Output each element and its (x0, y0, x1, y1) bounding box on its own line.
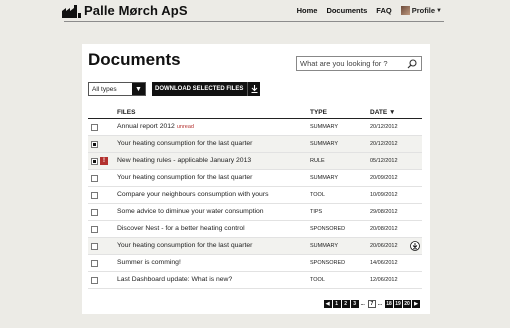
download-selected-button[interactable]: DOWNLOAD SELECTED FILES (152, 82, 261, 96)
row-checkbox[interactable] (91, 277, 98, 284)
file-type: SUMMARY (310, 124, 339, 130)
table-row[interactable]: Your heating consumption for the last qu… (88, 238, 422, 255)
search-input[interactable] (297, 57, 405, 70)
file-type: SPONSORED (310, 260, 346, 266)
file-type: SPONSORED (310, 226, 346, 232)
pagination-page[interactable]: 3 (350, 300, 359, 308)
file-date: 05/12/2012 (370, 158, 398, 164)
pagination-current-page[interactable]: 7 (367, 300, 376, 308)
file-type: RULE (310, 158, 325, 164)
row-checkbox[interactable] (91, 243, 98, 250)
file-type: SUMMARY (310, 175, 339, 181)
type-filter-select[interactable]: All types ▼ (88, 82, 146, 96)
pagination-page[interactable]: 18 (385, 300, 393, 308)
chevron-down-icon: ▼ (132, 83, 145, 95)
warning-icon: ! (100, 157, 108, 165)
row-checkbox[interactable] (91, 175, 98, 182)
profile-menu[interactable]: Profile ▼ (400, 6, 442, 15)
column-header-files[interactable]: FILES (117, 109, 135, 116)
file-type: TIPS (310, 209, 323, 215)
pagination-page[interactable]: 20 (403, 300, 411, 308)
nav-home[interactable]: Home (297, 6, 318, 15)
pagination: ◀ 1 2 3 ... 7 ... 18 19 20 ▶ (323, 300, 420, 308)
nav-documents[interactable]: Documents (326, 6, 367, 15)
file-name[interactable]: Summer is comming! (117, 259, 181, 266)
file-name[interactable]: Discover Nest - for a better heating con… (117, 225, 245, 232)
file-date: 20/08/2012 (370, 226, 398, 232)
table-row[interactable]: Your heating consumption for the last qu… (88, 170, 422, 187)
table-row[interactable]: Your heating consumption for the last qu… (88, 136, 422, 153)
file-name[interactable]: Some advice to diminue your water consum… (117, 208, 264, 215)
file-name[interactable]: Your heating consumption for the last qu… (117, 242, 252, 249)
file-name[interactable]: Your heating consumption for the last qu… (117, 174, 252, 181)
pagination-ellipsis: ... (360, 301, 365, 307)
table-row[interactable]: Summer is comming! SPONSORED 14/06/2012 (88, 255, 422, 272)
documents-table: FILES TYPE DATE ▼ Annual report 2012 unre… (88, 108, 422, 289)
unread-badge: unread (176, 124, 194, 130)
documents-panel: Documents All types ▼ DOWNLOAD SELECTED … (82, 44, 430, 314)
toolbar: All types ▼ DOWNLOAD SELECTED FILES (88, 82, 261, 96)
table-row[interactable]: Some advice to diminue your water consum… (88, 204, 422, 221)
table-header: FILES TYPE DATE ▼ (88, 108, 422, 119)
logo[interactable]: Palle Mørch ApS (62, 3, 188, 18)
file-type: TOOL (310, 192, 325, 198)
file-title: Annual report 2012 (117, 123, 175, 130)
file-date: 20/12/2012 (370, 124, 398, 130)
file-date: 14/06/2012 (370, 260, 398, 266)
file-name[interactable]: Last Dashboard update: What is new? (117, 276, 232, 283)
search-icon[interactable] (407, 58, 417, 69)
pagination-page[interactable]: 19 (394, 300, 402, 308)
brand-name: Palle Mørch ApS (84, 3, 188, 18)
table-row[interactable]: Discover Nest - for a better heating con… (88, 221, 422, 238)
row-checkbox[interactable] (91, 192, 98, 199)
file-type: SUMMARY (310, 141, 339, 147)
file-name[interactable]: Annual report 2012 unread (117, 123, 194, 130)
column-header-date[interactable]: DATE ▼ (370, 109, 395, 116)
row-checkbox[interactable] (91, 141, 98, 148)
file-date: 29/08/2012 (370, 209, 398, 215)
pagination-page[interactable]: 1 (332, 300, 341, 308)
header-divider (64, 21, 444, 22)
main-nav: Home Documents FAQ Profile ▼ (288, 6, 442, 15)
download-selected-label: DOWNLOAD SELECTED FILES (155, 86, 244, 92)
chevron-down-icon: ▼ (436, 7, 442, 14)
table-row[interactable]: Last Dashboard update: What is new? TOOL… (88, 272, 422, 289)
file-date: 20/09/2012 (370, 175, 398, 181)
download-circle-icon[interactable] (410, 241, 420, 251)
row-checkbox[interactable] (91, 158, 98, 165)
profile-label: Profile (411, 6, 436, 15)
file-date: 12/06/2012 (370, 277, 398, 283)
page-title: Documents (88, 50, 181, 69)
row-checkbox[interactable] (91, 124, 98, 131)
top-bar: Palle Mørch ApS Home Documents FAQ Profi… (0, 0, 510, 22)
download-icon (247, 82, 260, 96)
table-row[interactable]: Compare your neighbours consumption with… (88, 187, 422, 204)
file-date: 20/12/2012 (370, 141, 398, 147)
search-box (296, 56, 422, 71)
pagination-next[interactable]: ▶ (412, 300, 420, 308)
file-type: SUMMARY (310, 243, 339, 249)
row-checkbox[interactable] (91, 209, 98, 216)
file-name[interactable]: Your heating consumption for the last qu… (117, 140, 252, 147)
factory-logo-icon (62, 4, 81, 18)
pagination-page[interactable]: 2 (341, 300, 350, 308)
avatar (400, 6, 410, 15)
file-name[interactable]: New heating rules - applicable January 2… (117, 157, 251, 164)
row-checkbox[interactable] (91, 226, 98, 233)
file-date: 20/06/2012 (370, 243, 398, 249)
row-checkbox[interactable] (91, 260, 98, 267)
table-row[interactable]: Annual report 2012 unread SUMMARY 20/12/2… (88, 119, 422, 136)
column-header-type[interactable]: TYPE (310, 109, 327, 116)
file-date: 10/09/2012 (370, 192, 398, 198)
file-type: TOOL (310, 277, 325, 283)
pagination-ellipsis: ... (377, 301, 382, 307)
type-filter-value: All types (92, 85, 117, 93)
nav-faq[interactable]: FAQ (376, 6, 391, 15)
pagination-prev[interactable]: ◀ (323, 300, 332, 308)
table-row[interactable]: ! New heating rules - applicable January… (88, 153, 422, 170)
file-name[interactable]: Compare your neighbours consumption with… (117, 191, 269, 198)
